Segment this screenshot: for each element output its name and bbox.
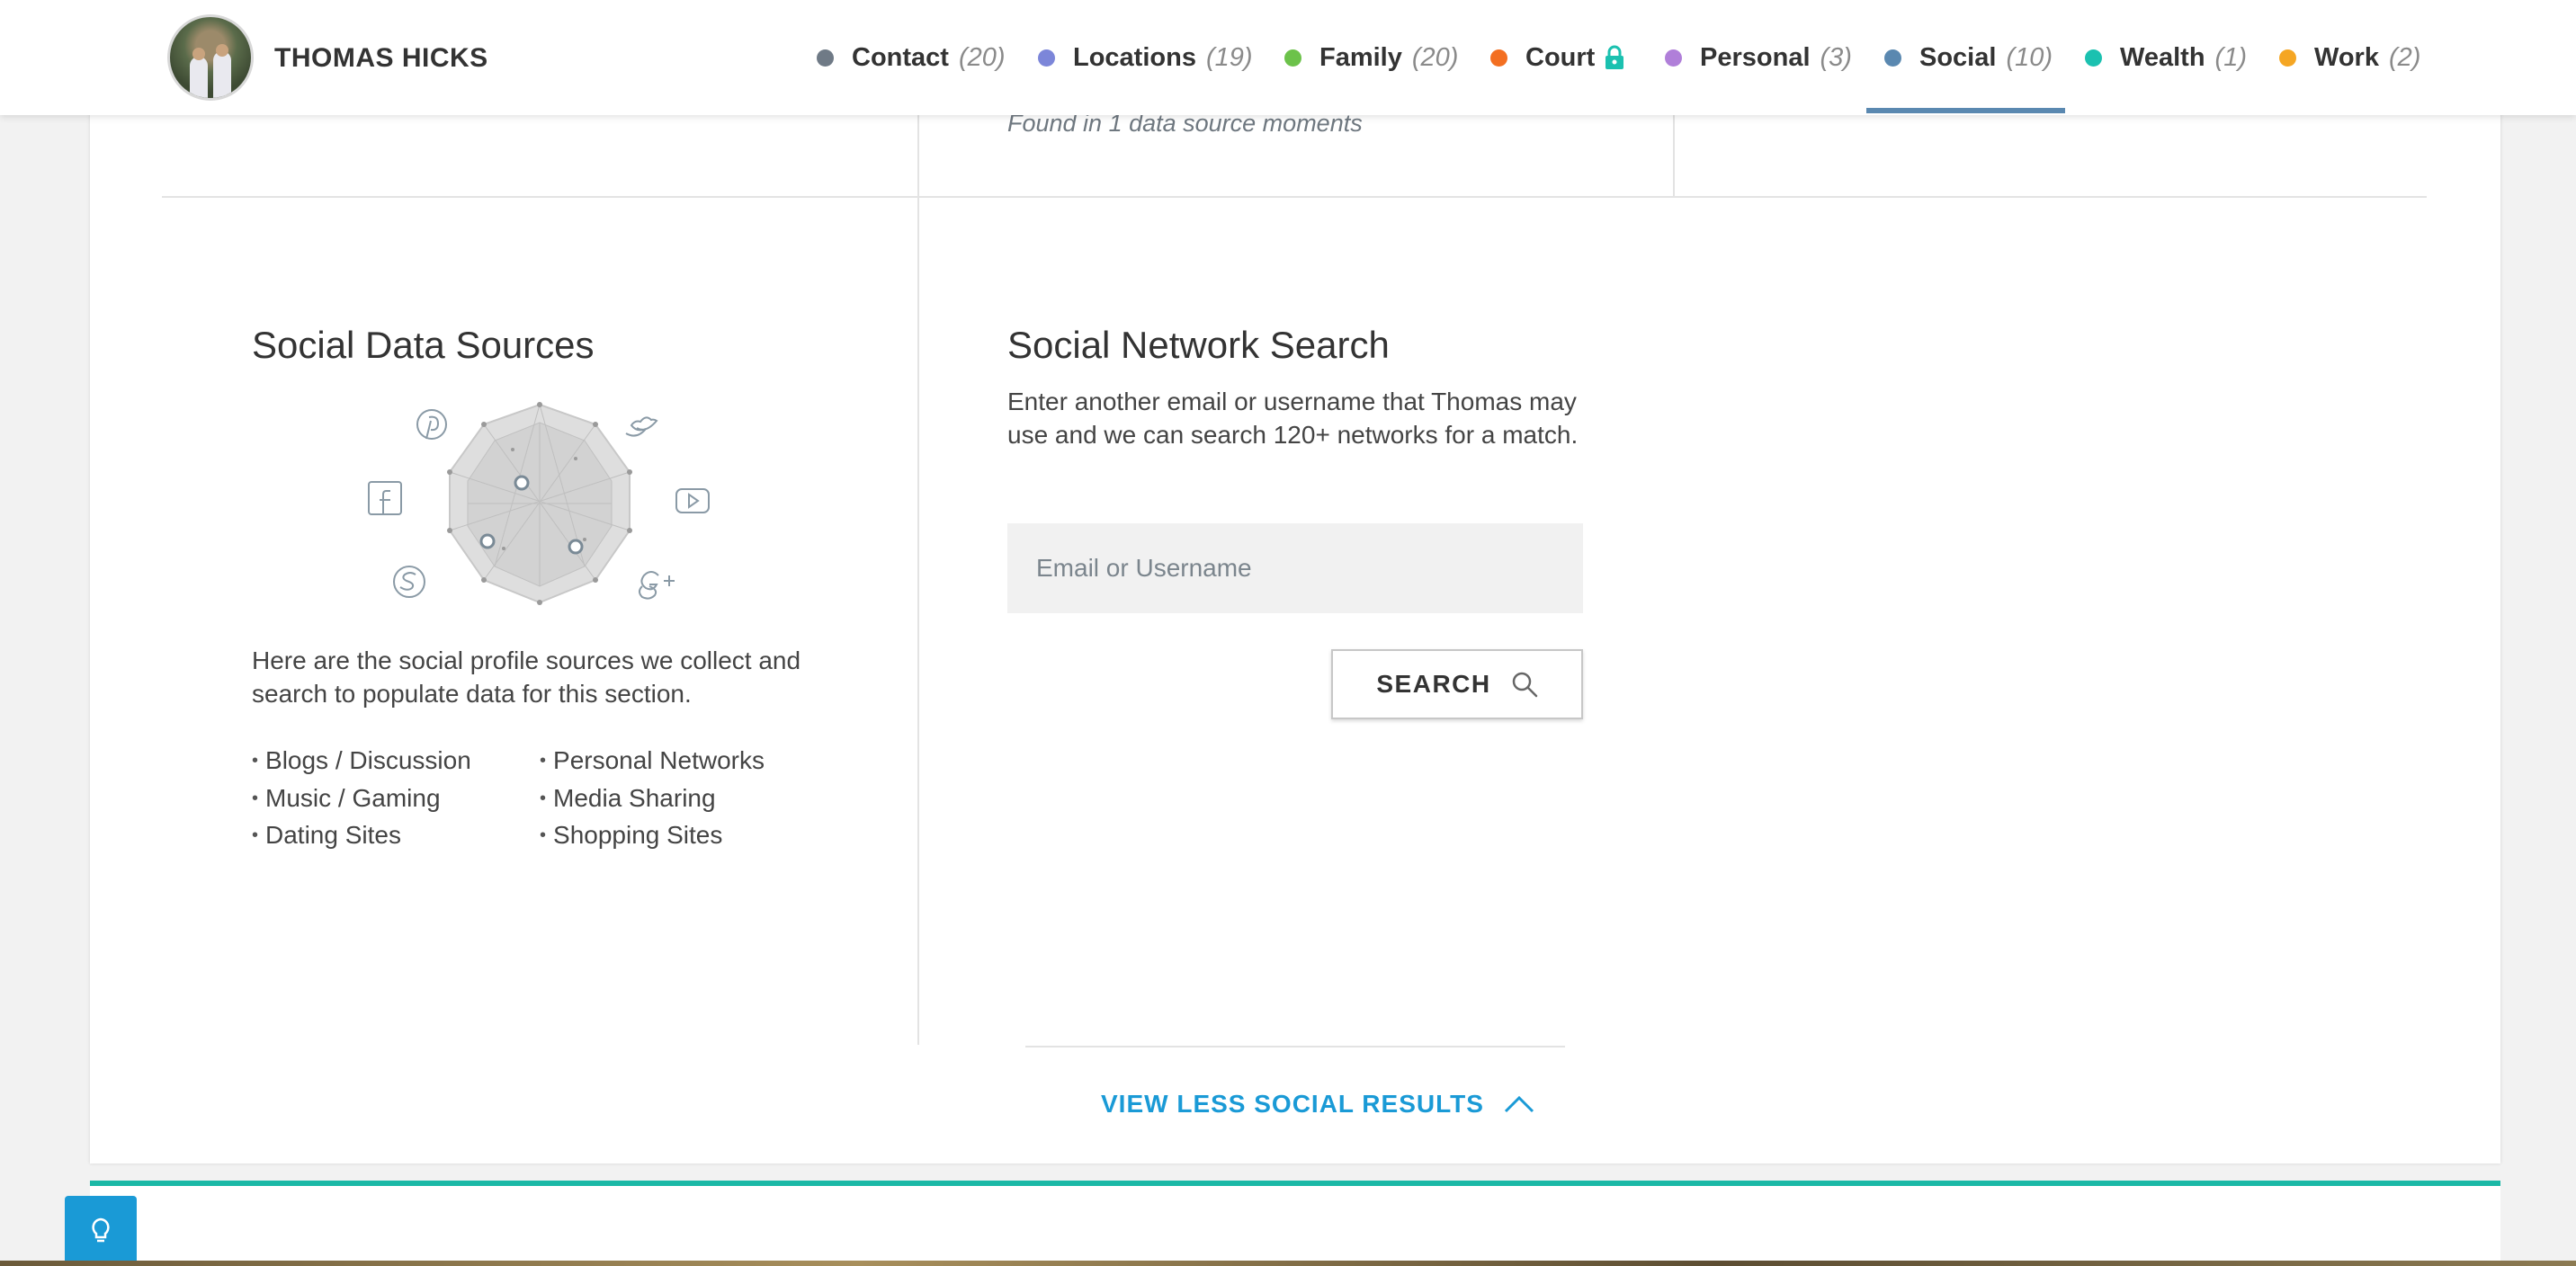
lock-icon (1606, 45, 1624, 69)
source-list-right: Personal Networks Media Sharing Shopping… (540, 744, 765, 856)
tab-wealth[interactable]: Wealth (1) (2085, 0, 2247, 115)
profile-name: THOMAS HICKS (274, 43, 488, 73)
tab-work[interactable]: Work (2) (2279, 0, 2420, 115)
view-less-social-results-link[interactable]: VIEW LESS SOCIAL RESULTS (1101, 1090, 1534, 1119)
list-item: Media Sharing (540, 781, 765, 819)
tab-contact[interactable]: Contact (20) (817, 0, 1006, 115)
contact-dot (817, 49, 834, 67)
tab-label: Court (1525, 42, 1596, 72)
list-item: Personal Networks (540, 744, 765, 781)
column-divider-top-2 (1673, 115, 1675, 196)
view-less-label: VIEW LESS SOCIAL RESULTS (1101, 1090, 1484, 1118)
tab-label: Wealth (2120, 42, 2205, 72)
facebook-icon (368, 481, 402, 515)
chevron-up-icon (1504, 1095, 1534, 1113)
youtube-icon (675, 488, 710, 513)
wealth-dot (2085, 49, 2102, 67)
list-item: Blogs / Discussion (252, 744, 471, 781)
tab-label: Social (1919, 42, 1997, 72)
tab-label: Work (2314, 42, 2379, 72)
pinterest-icon (416, 409, 447, 440)
tab-label: Personal (1700, 42, 1811, 72)
tab-label: Locations (1073, 42, 1196, 72)
tab-social[interactable]: Social (10) (1884, 0, 2053, 115)
avatar[interactable] (167, 14, 254, 101)
footer-divider (1025, 1046, 1565, 1048)
background-strip (0, 1261, 2576, 1266)
section-divider (162, 196, 2427, 198)
skype-icon (393, 566, 425, 598)
tab-count: (1) (2214, 42, 2247, 72)
personal-dot (1665, 49, 1682, 67)
social-data-sources-title: Social Data Sources (252, 324, 595, 366)
social-network-search-title: Social Network Search (1007, 324, 1390, 366)
twitter-icon (625, 416, 658, 437)
locations-dot (1038, 49, 1055, 67)
list-item: Dating Sites (252, 818, 471, 856)
tab-count: (20) (958, 42, 1006, 72)
tab-label: Contact (852, 42, 949, 72)
next-section-card (90, 1186, 2500, 1266)
tab-count: (20) (1411, 42, 1459, 72)
social-dot (1884, 49, 1901, 67)
social-network-graphic (368, 402, 710, 605)
family-dot (1284, 49, 1301, 67)
search-button-label: SEARCH (1376, 670, 1491, 698)
tab-count: (10) (2006, 42, 2053, 72)
tab-count: (2) (2388, 42, 2421, 72)
network-globe (449, 403, 631, 604)
search-button[interactable]: SEARCH (1331, 649, 1583, 719)
tab-label: Family (1319, 42, 1402, 72)
work-dot (2279, 49, 2296, 67)
sources-description: Here are the social profile sources we c… (252, 646, 801, 708)
tab-personal[interactable]: Personal (3) (1665, 0, 1852, 115)
help-button[interactable] (65, 1196, 137, 1266)
tab-court[interactable]: Court (1490, 0, 1625, 115)
column-divider-top-1 (917, 115, 919, 196)
tab-count: (19) (1205, 42, 1253, 72)
source-list-left: Blogs / Discussion Music / Gaming Dating… (252, 744, 471, 856)
list-item: Shopping Sites (540, 818, 765, 856)
tab-locations[interactable]: Locations (19) (1038, 0, 1253, 115)
search-description: Enter another email or username that Tho… (1007, 388, 1579, 449)
email-username-input[interactable] (1007, 523, 1583, 613)
column-divider (917, 198, 919, 1045)
tab-family[interactable]: Family (20) (1284, 0, 1458, 115)
list-item: Music / Gaming (252, 781, 471, 819)
court-dot (1490, 49, 1507, 67)
lightbulb-icon (92, 1217, 110, 1243)
google-plus-icon (639, 571, 675, 600)
search-icon (1512, 672, 1537, 698)
active-tab-indicator (1866, 108, 2065, 113)
tab-count: (3) (1820, 42, 1852, 72)
top-header: THOMAS HICKS Contact (20) Locations (19)… (0, 0, 2576, 115)
